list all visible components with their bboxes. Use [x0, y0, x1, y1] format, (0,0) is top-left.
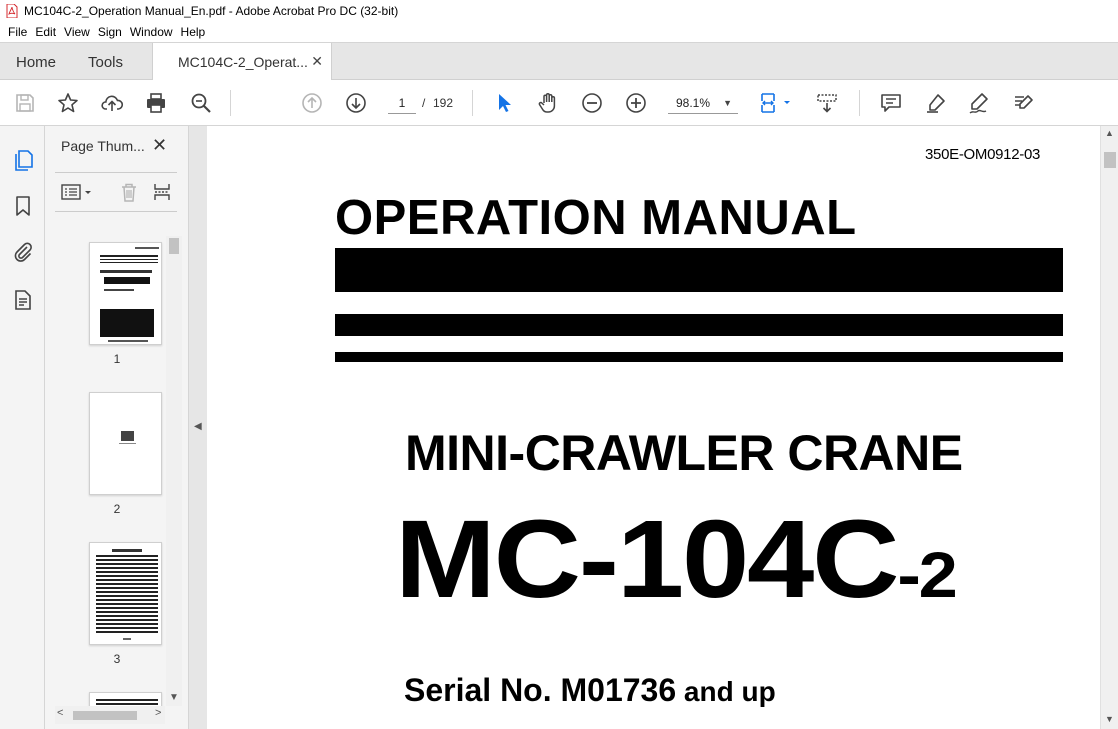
heading-bar-thin [335, 352, 1063, 362]
menu-window[interactable]: Window [126, 25, 177, 39]
zoom-level-select[interactable]: 98.1% ▼ [668, 92, 738, 114]
pages-icon[interactable] [11, 148, 35, 172]
panel-toolbar [55, 172, 177, 212]
horizontal-scrollbar-knob[interactable] [73, 711, 137, 720]
current-page-input[interactable]: 1 [388, 92, 416, 114]
zoom-in-icon[interactable] [624, 91, 648, 115]
menu-edit[interactable]: Edit [31, 25, 60, 39]
document-heading: OPERATION MANUAL [335, 191, 857, 245]
select-cursor-icon[interactable] [492, 91, 516, 115]
tab-close-icon[interactable]: ✕ [311, 53, 323, 70]
fit-page-icon[interactable] [758, 91, 794, 115]
collapse-arrow-icon[interactable]: ◀ [194, 421, 202, 432]
menu-bar: File Edit View Sign Window Help [0, 22, 1118, 42]
tab-document-label: MC104C-2_Operat... [178, 54, 308, 70]
acrobat-app-icon [6, 4, 18, 18]
toolbar-separator [859, 90, 860, 116]
toolbar-separator [472, 90, 473, 116]
chevron-down-icon: ▼ [723, 98, 732, 108]
thumbnail-horizontal-scrollbar[interactable]: < > [55, 706, 165, 724]
total-pages: 192 [433, 96, 454, 110]
tab-home[interactable]: Home [16, 54, 56, 71]
panel-title: Page Thum... [61, 138, 145, 154]
menu-help[interactable]: Help [177, 25, 210, 39]
heading-bar-thick [335, 248, 1063, 292]
zoom-out-icon[interactable] [580, 91, 604, 115]
bookmark-icon[interactable] [11, 194, 35, 218]
print-icon[interactable] [144, 91, 168, 115]
trash-icon[interactable] [118, 181, 140, 203]
thumbnail-scrollbar[interactable] [166, 236, 182, 706]
insert-page-icon[interactable] [151, 181, 173, 203]
page-thumbnail-2[interactable] [89, 392, 162, 495]
serial-number-main: Serial No. M01736 [404, 672, 677, 708]
document-code: 350E-OM0912-03 [925, 146, 1041, 163]
model-name-main: MC-104C [395, 498, 900, 621]
document-subtitle: MINI-CRAWLER CRANE [405, 425, 963, 481]
tab-tools[interactable]: Tools [88, 54, 123, 71]
serial-number-suffix: and up [676, 676, 776, 707]
search-zoom-icon[interactable] [189, 91, 213, 115]
document-scrollbar-knob[interactable] [1104, 152, 1116, 168]
sign-icon[interactable] [967, 91, 991, 115]
title-bar: MC104C-2_Operation Manual_En.pdf - Adobe… [0, 0, 1118, 22]
document-scrollbar[interactable]: ▲ ▼ [1100, 126, 1118, 729]
hand-icon[interactable] [536, 91, 560, 115]
panel-collapse-strip[interactable]: ◀ [189, 126, 207, 729]
tab-bar: Home Tools MC104C-2_Operat... ✕ [0, 42, 1118, 81]
menu-sign[interactable]: Sign [94, 25, 126, 39]
page-separator: / [422, 96, 426, 110]
model-name-suffix: -2 [897, 539, 957, 611]
scroll-right-arrow-icon[interactable]: > [155, 707, 161, 719]
scroll-down-arrow-icon[interactable]: ▼ [169, 692, 179, 703]
scroll-mode-icon[interactable] [815, 91, 839, 115]
zoom-level-value: 98.1% [676, 96, 711, 110]
thumbnail-scrollbar-knob[interactable] [169, 238, 179, 254]
tab-document[interactable]: MC104C-2_Operat... ✕ [152, 43, 332, 81]
scroll-up-arrow-icon[interactable]: ▲ [1105, 128, 1114, 138]
comment-icon[interactable] [879, 91, 903, 115]
document-page[interactable]: 350E-OM0912-03 OPERATION MANUAL MINI-CRA… [207, 126, 1100, 729]
page-thumbnails-panel: Page Thum... ✕ 1 2 3 ▼ < > [45, 126, 189, 729]
page-thumbnail-1[interactable] [89, 242, 162, 345]
page-down-icon[interactable] [344, 91, 368, 115]
page-up-icon[interactable] [300, 91, 324, 115]
menu-file[interactable]: File [4, 25, 31, 39]
thumbnail-options-icon[interactable] [59, 181, 95, 203]
save-icon[interactable] [13, 91, 37, 115]
scroll-down-arrow-icon[interactable]: ▼ [1105, 714, 1114, 724]
attachment-icon[interactable] [11, 240, 35, 264]
fill-sign-icon[interactable] [1011, 91, 1035, 115]
model-name: MC-104C-2 [395, 496, 958, 623]
serial-number: Serial No. M01736 and up [404, 672, 776, 709]
highlight-icon[interactable] [924, 91, 948, 115]
menu-view[interactable]: View [60, 25, 94, 39]
main-toolbar: 1 / 192 98.1% ▼ [0, 80, 1118, 126]
panel-close-icon[interactable]: ✕ [152, 135, 167, 156]
heading-bar-medium [335, 314, 1063, 336]
document-properties-icon[interactable] [11, 288, 35, 312]
window-title: MC104C-2_Operation Manual_En.pdf - Adobe… [24, 4, 399, 18]
scroll-left-arrow-icon[interactable]: < [57, 707, 63, 719]
page-thumbnail-3[interactable] [89, 542, 162, 645]
star-icon[interactable] [56, 91, 80, 115]
left-navigation-rail [0, 126, 45, 729]
upload-icon[interactable] [100, 91, 124, 115]
toolbar-separator [230, 90, 231, 116]
